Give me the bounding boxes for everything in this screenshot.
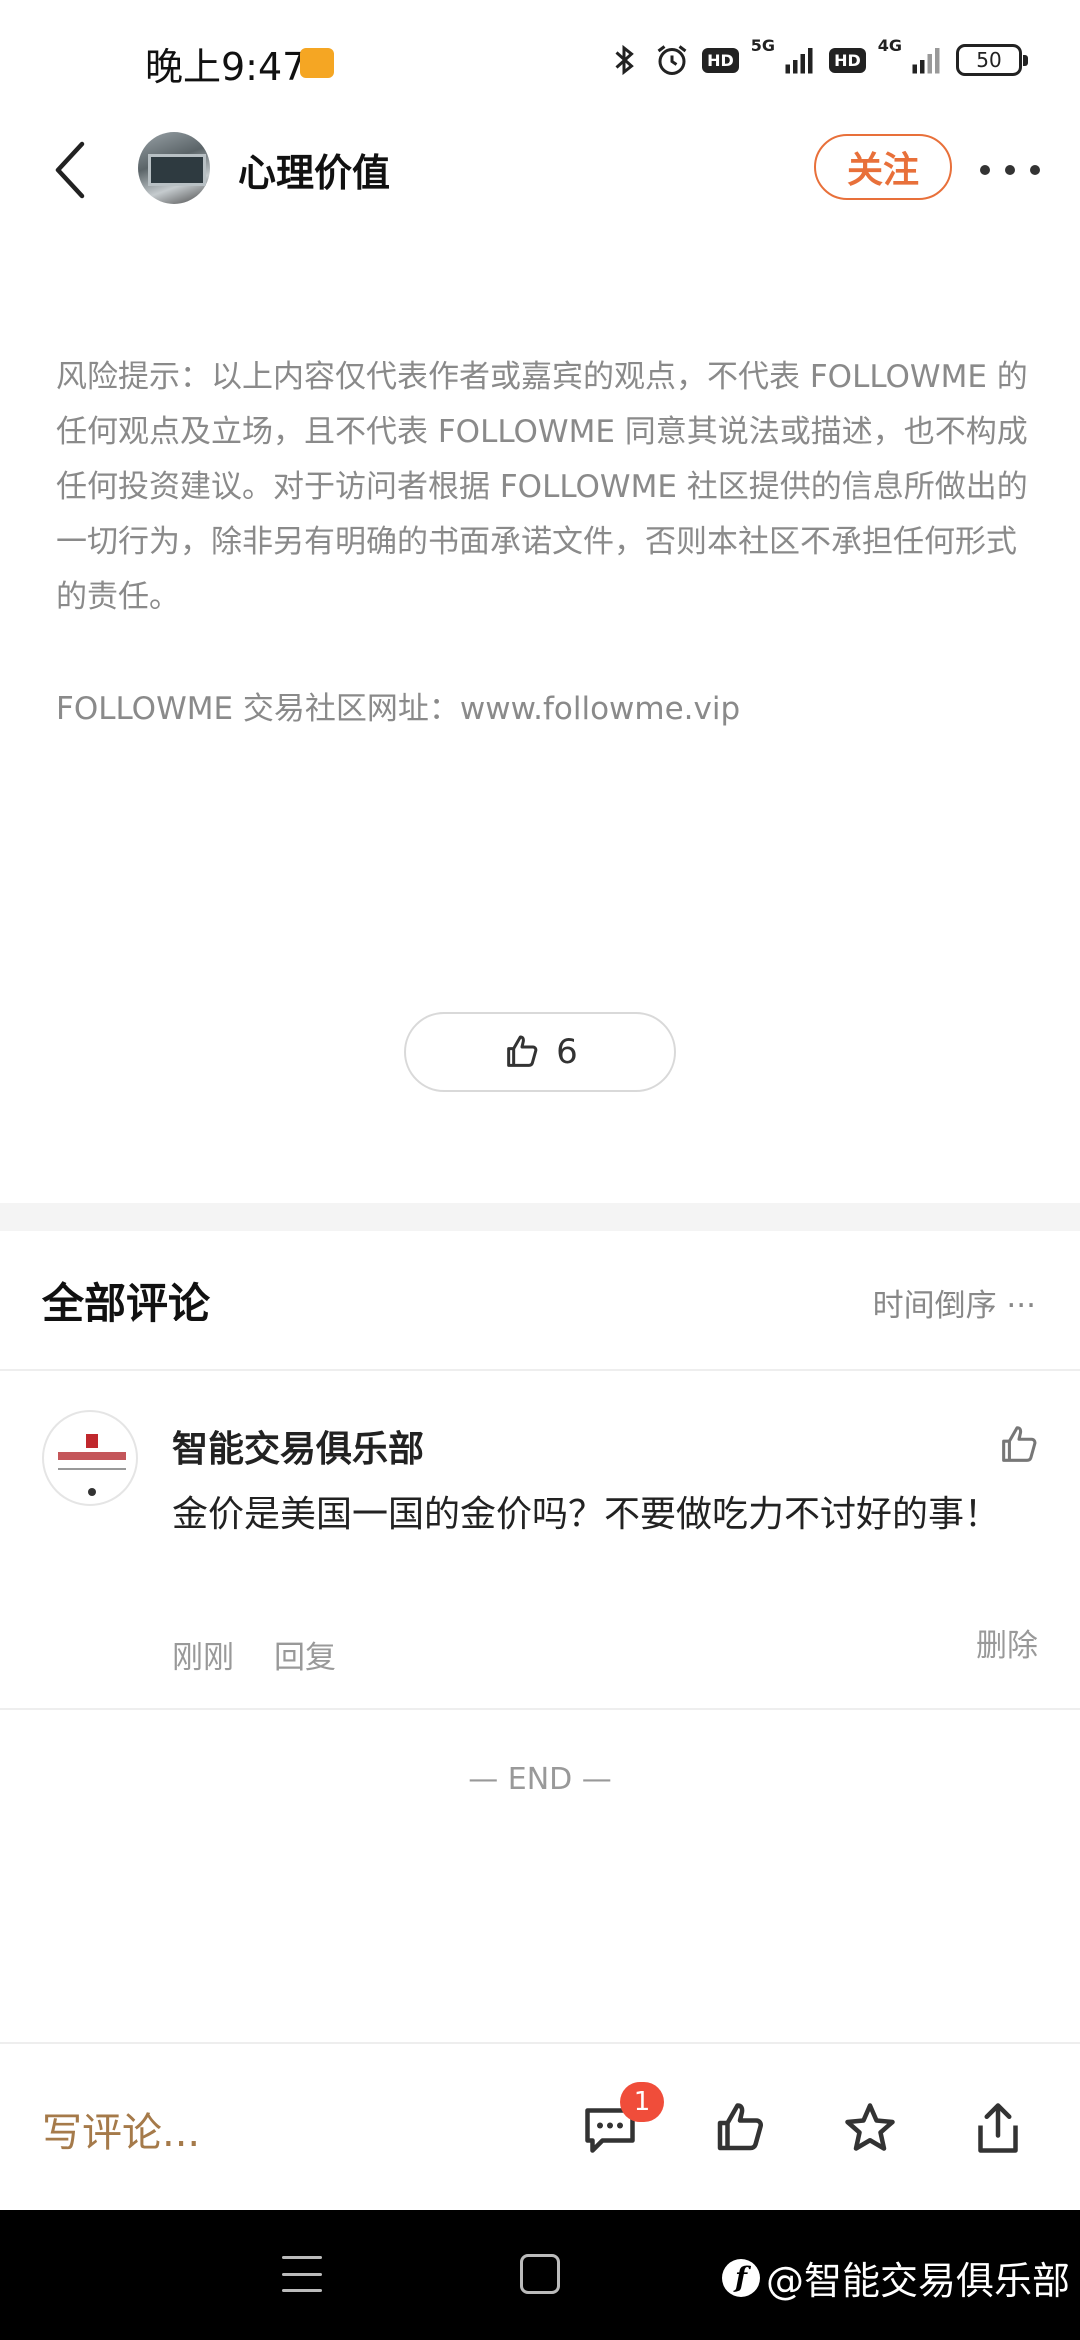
alarm-icon	[657, 45, 687, 75]
system-nav-bar: f @智能交易俱乐部	[0, 2210, 1080, 2340]
delete-button[interactable]: 删除	[976, 1620, 1038, 1665]
back-arrow-icon[interactable]	[46, 138, 96, 202]
reply-button[interactable]: 回复	[274, 1632, 336, 1677]
share-button[interactable]	[968, 2098, 1028, 2158]
author-name[interactable]: 心理价值	[238, 142, 390, 197]
comment-text: 金价是美国一国的金价吗？不要做吃力不讨好的事！	[172, 1494, 1001, 1535]
more-options-icon[interactable]	[980, 150, 1040, 190]
signal-icon-2	[912, 48, 940, 74]
like-count: 6	[556, 1032, 578, 1072]
follow-button[interactable]: 关注	[814, 134, 952, 200]
status-icons: HD 5G HD 4G 50	[606, 36, 1028, 80]
bluetooth-icon	[615, 44, 634, 76]
commenter-avatar[interactable]	[42, 1410, 138, 1506]
write-comment-input[interactable]: 写评论...	[42, 2100, 200, 2158]
comment-count-badge: 1	[620, 2082, 664, 2122]
end-marker: — END —	[468, 1762, 612, 1797]
home-icon[interactable]	[520, 2254, 560, 2294]
status-time: 晚上9:47	[145, 45, 307, 89]
signal-icon	[785, 48, 813, 74]
sort-order-button[interactable]: 时间倒序 ···	[873, 1280, 1036, 1325]
recent-apps-icon[interactable]	[282, 2256, 322, 2292]
watermark: f @智能交易俱乐部	[721, 2250, 1070, 2305]
article-like-button[interactable]: 6	[404, 1012, 676, 1092]
article-header: 心理价值 关注	[0, 120, 1080, 220]
battery-level: 50	[976, 48, 1002, 72]
status-bar: 晚上9:47 HD 5G HD 4G 50	[0, 0, 1080, 120]
divider	[0, 2042, 1080, 2044]
network-type-label-2: 4G	[877, 36, 902, 55]
thumbs-up-icon	[507, 1035, 538, 1067]
risk-disclaimer: 风险提示：以上内容仅代表作者或嘉宾的观点，不代表 FOLLOWME 的任何观点及…	[56, 359, 1028, 615]
favorite-button[interactable]	[840, 2098, 900, 2158]
hd-badge-2: HD	[829, 47, 866, 73]
divider	[0, 1369, 1080, 1371]
comment-like-icon[interactable]	[996, 1422, 1042, 1468]
author-avatar[interactable]	[138, 132, 210, 204]
commenter-name[interactable]: 智能交易俱乐部	[172, 1420, 424, 1472]
share-icon	[978, 2103, 1018, 2153]
thumbs-up-icon	[717, 2103, 763, 2151]
divider	[0, 1708, 1080, 1710]
platform-logo-icon: f	[721, 2258, 760, 2297]
hd-badge: HD	[702, 47, 739, 73]
like-button[interactable]	[710, 2098, 770, 2158]
comment-time: 刚刚	[172, 1640, 234, 1676]
community-website: FOLLOWME 交易社区网址：www.followme.vip	[56, 691, 741, 727]
notification-app-icon	[300, 48, 334, 78]
section-separator	[0, 1203, 1080, 1231]
battery-icon: 50	[956, 44, 1028, 76]
comments-title: 全部评论	[42, 1279, 211, 1328]
network-type-label: 5G	[750, 36, 776, 55]
watermark-text: @智能交易俱乐部	[765, 2259, 1070, 2303]
star-icon	[845, 2103, 895, 2151]
